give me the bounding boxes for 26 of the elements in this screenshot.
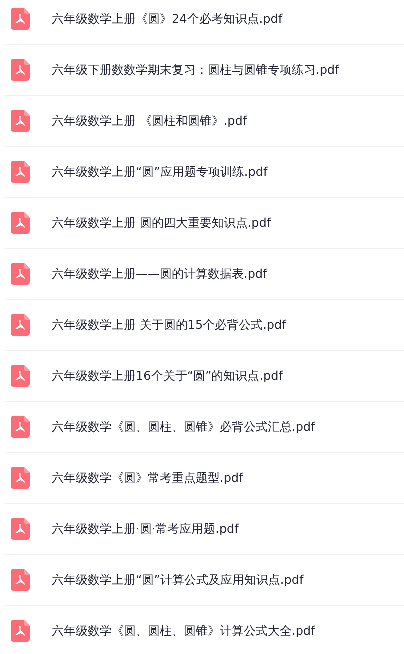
file-name-link[interactable]: 六年级数学上册·圆·常考应用题.pdf <box>52 520 239 538</box>
pdf-icon <box>11 518 30 540</box>
pdf-icon <box>11 110 30 132</box>
file-name-link[interactable]: 六年级数学上册“圆”计算公式及应用知识点.pdf <box>52 572 304 588</box>
pdf-icon <box>11 416 30 438</box>
file-name-link[interactable]: 六年级数学《圆、圆柱、圆锥》计算公式大全.pdf <box>52 622 316 640</box>
pdf-icon <box>11 59 30 81</box>
pdf-icon <box>11 263 30 285</box>
file-name-link[interactable]: 六年级数学上册——圆的计算数据表.pdf <box>52 266 268 282</box>
pdf-icon <box>11 212 30 234</box>
file-name-link[interactable]: 六年级数学上册 圆的四大重要知识点.pdf <box>52 214 272 232</box>
file-name-link[interactable]: 六年级数学上册《圆》24个必考知识点.pdf <box>52 10 283 28</box>
file-name-link[interactable]: 六年级数学《圆、圆柱、圆锥》必背公式汇总.pdf <box>52 418 316 436</box>
pdf-icon <box>11 161 30 183</box>
pdf-icon <box>11 314 30 336</box>
pdf-icon <box>11 365 30 387</box>
file-name-link[interactable]: 六年级数学上册 关于圆的15个必背公式.pdf <box>52 316 286 334</box>
file-name-link[interactable]: 六年级数学《圆》常考重点题型.pdf <box>52 470 244 486</box>
file-name-link[interactable]: 六年级数学上册“圆”应用题专项训练.pdf <box>52 164 268 180</box>
pdf-icon <box>11 569 30 591</box>
file-name-link[interactable]: 六年级数学上册 《圆柱和圆锥》.pdf <box>52 112 248 130</box>
file-name-link[interactable]: 六年级数学上册16个关于“圆”的知识点.pdf <box>52 368 283 384</box>
file-name-link[interactable]: 六年级下册数数学期末复习：圆柱与圆锥专项练习.pdf <box>52 62 340 78</box>
pdf-icon <box>11 8 30 30</box>
pdf-icon <box>11 620 30 642</box>
pdf-icon <box>11 467 30 489</box>
